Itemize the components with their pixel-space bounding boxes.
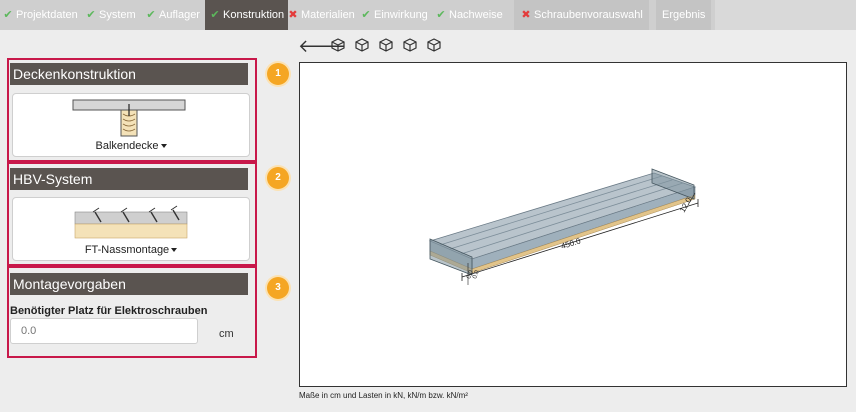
tab-materialien[interactable]: ✖ Materialien	[287, 0, 355, 30]
deck-type-label: Balkendecke	[95, 140, 159, 152]
tab-konstruktion[interactable]: ✔ Konstruktion	[205, 0, 289, 30]
electric-screw-space-label: Benötigter Platz für Elektroschrauben	[10, 305, 208, 317]
step-badge-1: 1	[267, 63, 289, 85]
electric-screw-space-input[interactable]	[10, 318, 198, 344]
hbv-type-label: FT-Nassmontage	[84, 244, 170, 256]
top-navigation: ✔ Projektdaten ✔ System ✔ Auflager ✔ Konstru…	[0, 0, 856, 30]
step-badge-3: 3	[267, 277, 289, 299]
tab-label: Konstruktion	[223, 9, 285, 21]
cross-icon: ✖	[288, 9, 298, 21]
tab-system[interactable]: ✔ System	[85, 0, 136, 30]
deck-type-dropdown[interactable]: Balkendecke	[13, 140, 249, 152]
tab-label: Ergebnis	[662, 9, 706, 21]
tab-einwirkung[interactable]: ✔ Einwirkung	[360, 0, 428, 30]
chevron-down-icon	[160, 144, 167, 149]
cube-front-icon[interactable]	[354, 38, 370, 54]
check-icon: ✔	[146, 9, 156, 21]
balkendecke-illustration-icon	[72, 99, 186, 137]
tab-label: Auflager	[159, 9, 200, 21]
3d-beam-model: 450.0 12.0 0.0 0.0	[428, 168, 699, 285]
tab-nachweise[interactable]: ✔ Nachweise	[435, 0, 503, 30]
unit-label: cm	[219, 328, 234, 340]
tab-schraubenvorauswahl[interactable]: ✖ Schraubenvorauswahl	[514, 0, 649, 30]
cross-icon: ✖	[521, 9, 531, 21]
nassmontage-illustration-icon	[74, 205, 188, 239]
check-icon: ✔	[436, 9, 446, 21]
hbv-section-title: HBV-System	[10, 168, 248, 190]
check-icon: ✔	[361, 9, 371, 21]
cube-view-icon[interactable]	[330, 38, 346, 54]
deck-type-card[interactable]: Balkendecke	[12, 93, 250, 157]
units-footnote: Maße in cm und Lasten in kN, kN/m bzw. k…	[299, 391, 468, 400]
tab-label: System	[99, 9, 136, 21]
tab-label: Nachweise	[449, 9, 503, 21]
model-viewport[interactable]: 450.0 12.0 0.0 0.0	[299, 62, 847, 387]
check-icon: ✔	[3, 9, 13, 21]
chevron-down-icon	[171, 248, 178, 253]
step-badge-2: 2	[267, 167, 289, 189]
back-arrow-icon[interactable]: 🡐	[298, 37, 346, 55]
tab-label: Materialien	[301, 9, 355, 21]
cube-top-icon[interactable]	[402, 38, 418, 54]
tab-ergebnis[interactable]: Ergebnis	[656, 0, 712, 30]
tab-label: Schraubenvorauswahl	[534, 9, 643, 21]
mounting-section-title: Montagevorgaben	[10, 273, 248, 295]
tab-projektdaten[interactable]: ✔ Projektdaten	[2, 0, 78, 30]
tab-label: Einwirkung	[374, 9, 428, 21]
cube-iso-icon[interactable]	[426, 38, 442, 54]
hbv-type-card[interactable]: FT-Nassmontage	[12, 197, 250, 261]
cube-side-icon[interactable]	[378, 38, 394, 54]
tab-auflager[interactable]: ✔ Auflager	[145, 0, 200, 30]
check-icon: ✔	[210, 9, 220, 21]
hbv-type-dropdown[interactable]: FT-Nassmontage	[13, 244, 249, 256]
tab-label: Projektdaten	[16, 9, 78, 21]
deck-section-title: Deckenkonstruktion	[10, 63, 248, 85]
check-icon: ✔	[86, 9, 96, 21]
